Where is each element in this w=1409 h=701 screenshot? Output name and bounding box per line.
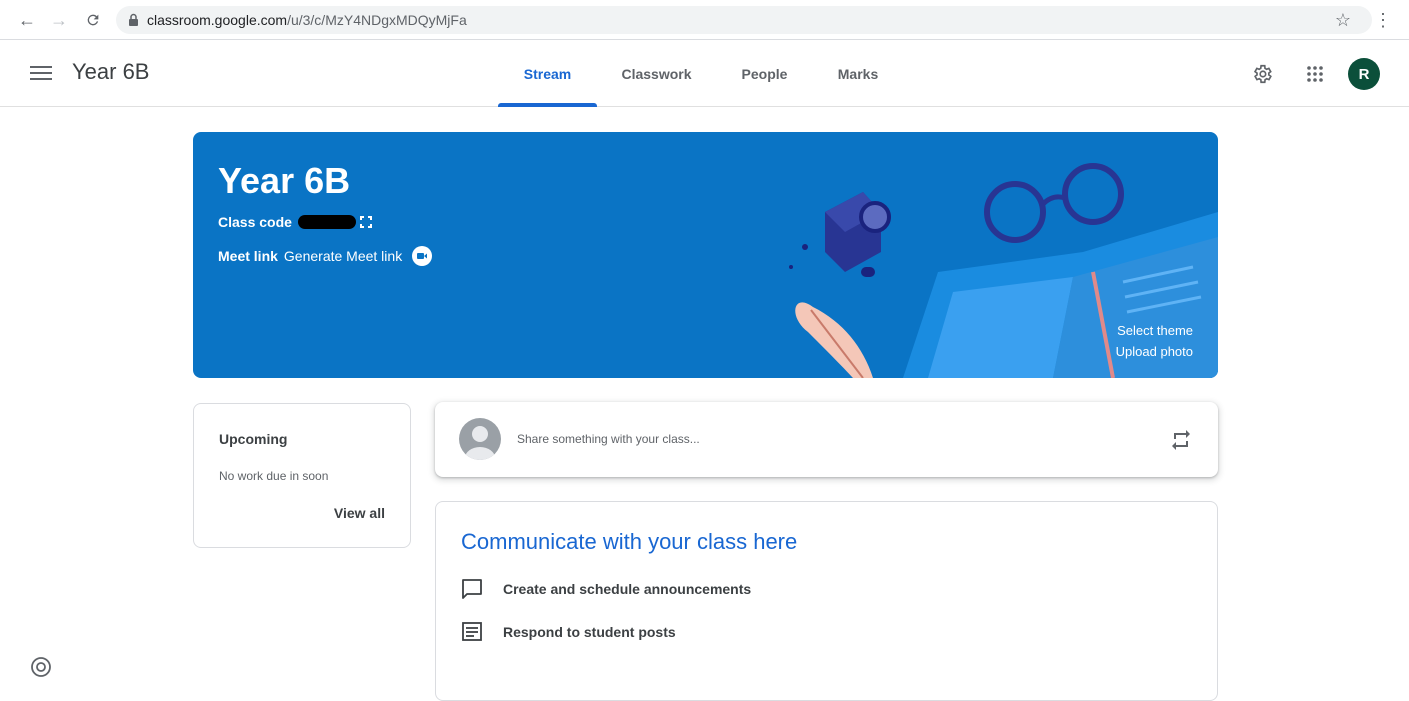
app-header: Year 6B Stream Classwork People Marks R — [0, 41, 1409, 107]
upload-photo-link[interactable]: Upload photo — [1116, 344, 1193, 359]
upcoming-card: Upcoming No work due in soon View all — [193, 403, 411, 548]
tab-marks[interactable]: Marks — [813, 41, 903, 107]
posts-icon — [461, 621, 493, 643]
communicate-title: Communicate with your class here — [461, 529, 798, 554]
class-banner: Year 6B Class code Meet link Generate Me… — [193, 132, 1218, 378]
bookmark-star-icon[interactable]: ☆ — [1332, 9, 1354, 31]
select-theme-link[interactable]: Select theme — [1117, 323, 1193, 338]
lock-icon — [128, 13, 139, 27]
share-post-box[interactable]: Share something with your class... — [435, 402, 1218, 477]
class-code-row: Class code — [218, 214, 372, 230]
url-host: classroom.google.com — [147, 12, 288, 28]
announcement-icon — [461, 578, 493, 600]
expand-code-icon[interactable] — [359, 216, 372, 228]
class-code-redacted — [297, 215, 356, 229]
tab-classwork[interactable]: Classwork — [597, 41, 716, 107]
class-code-label: Class code — [218, 214, 292, 230]
respond-posts-item: Respond to student posts — [461, 621, 676, 643]
help-icon[interactable] — [30, 656, 52, 678]
account-avatar[interactable]: R — [1348, 58, 1380, 90]
back-arrow-icon[interactable]: ← — [16, 9, 38, 31]
apps-grid-icon[interactable] — [1302, 61, 1328, 87]
reuse-post-icon[interactable] — [1169, 428, 1193, 452]
tab-stream[interactable]: Stream — [498, 41, 597, 107]
view-all-link[interactable]: View all — [334, 505, 385, 521]
create-announcements-item: Create and schedule announcements — [461, 578, 751, 600]
respond-posts-label: Respond to student posts — [503, 624, 676, 640]
class-title[interactable]: Year 6B — [72, 59, 149, 85]
create-announcements-label: Create and schedule announcements — [503, 581, 752, 597]
banner-class-title: Year 6B — [218, 160, 351, 201]
generate-meet-link[interactable]: Generate Meet link — [284, 248, 402, 264]
meet-video-icon[interactable] — [412, 246, 433, 266]
address-bar[interactable]: classroom.google.com/u/3/c/MzY4NDgxMDQyM… — [116, 6, 1372, 34]
browser-toolbar: ← → classroom.google.com/u/3/c/MzY4NDgxM… — [0, 0, 1409, 40]
url-path: /u/3/c/MzY4NDgxMDQyMjFa — [287, 12, 467, 28]
banner-illustration — [789, 163, 1218, 378]
upcoming-title: Upcoming — [219, 431, 288, 447]
user-avatar-icon — [459, 418, 501, 460]
reload-icon[interactable] — [82, 9, 104, 31]
class-tabs: Stream Classwork People Marks — [498, 41, 903, 107]
communicate-card: Communicate with your class here Create … — [435, 501, 1218, 701]
meet-link-label: Meet link — [218, 248, 278, 264]
browser-menu-icon[interactable]: ⋮ — [1372, 9, 1394, 31]
main-menu-icon[interactable] — [30, 62, 52, 86]
meet-link-row: Meet link Generate Meet link — [218, 246, 433, 266]
upcoming-status: No work due in soon — [219, 469, 329, 483]
share-placeholder[interactable]: Share something with your class... — [517, 432, 700, 446]
tab-people[interactable]: People — [716, 41, 813, 107]
settings-gear-icon[interactable] — [1249, 61, 1275, 87]
forward-arrow-icon[interactable]: → — [48, 9, 70, 31]
